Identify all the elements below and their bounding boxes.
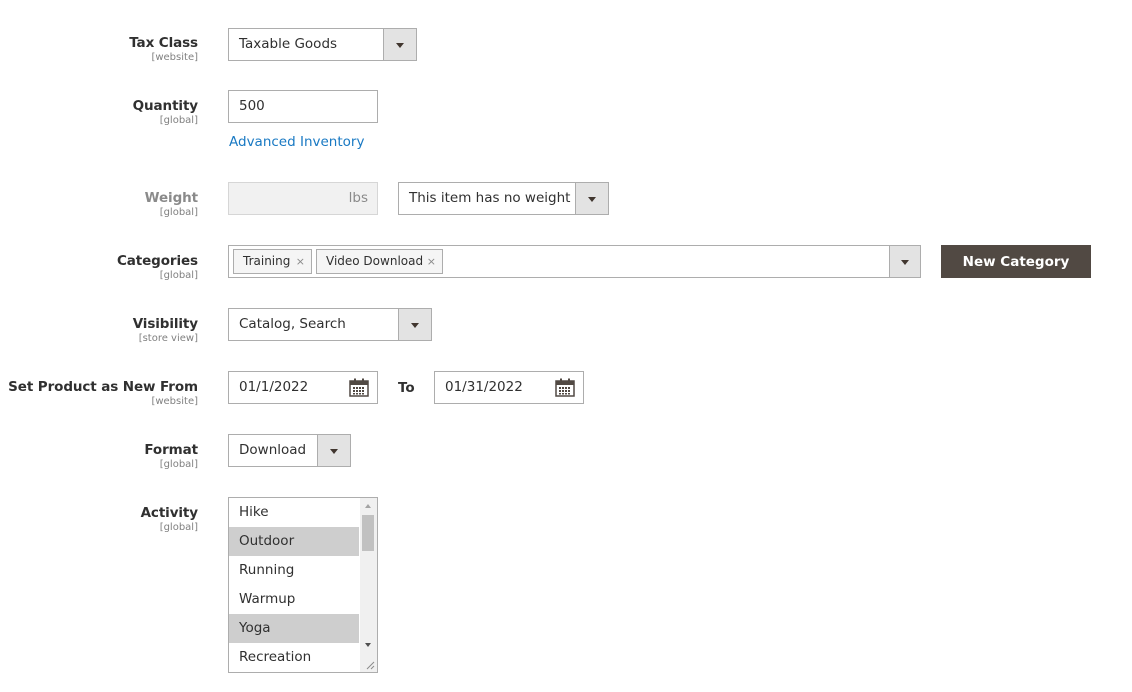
chevron-down-icon	[411, 322, 419, 328]
scroll-down-icon[interactable]	[365, 643, 371, 647]
tax-class-dropdown-button[interactable]	[383, 29, 416, 60]
advanced-inventory-link[interactable]: Advanced Inventory	[229, 134, 364, 150]
tax-class-label: Tax Class [website]	[129, 35, 198, 65]
format-label: Format [global]	[144, 442, 198, 472]
weight-option-select[interactable]: This item has no weight	[398, 182, 609, 215]
visibility-value: Catalog, Search	[239, 316, 346, 332]
close-icon[interactable]: ×	[296, 250, 305, 273]
scrollbar-thumb[interactable]	[362, 515, 374, 551]
activity-scope: [global]	[159, 522, 198, 533]
activity-scrollbar[interactable]	[360, 498, 377, 672]
format-select[interactable]: Download	[228, 434, 351, 467]
activity-label: Activity [global]	[140, 505, 199, 535]
activity-option[interactable]: Hike	[229, 498, 359, 527]
chevron-down-icon	[396, 42, 404, 48]
weight-option-value: This item has no weight	[409, 190, 571, 206]
quantity-input[interactable]: 500	[228, 90, 378, 123]
activity-option[interactable]: Outdoor	[229, 527, 359, 556]
quantity-label: Quantity [global]	[133, 98, 198, 128]
category-chip-label: Video Download	[326, 254, 424, 268]
visibility-select[interactable]: Catalog, Search	[228, 308, 432, 341]
format-scope: [global]	[159, 459, 198, 470]
scroll-up-icon[interactable]	[365, 504, 371, 508]
new-from-scope: [website]	[151, 396, 198, 407]
tax-class-scope: [website]	[151, 52, 198, 63]
format-dropdown-button[interactable]	[317, 435, 350, 466]
to-label: To	[398, 380, 415, 396]
visibility-label: Visibility [store view]	[133, 316, 198, 346]
category-chip: Training ×	[233, 249, 312, 274]
new-category-button[interactable]: New Category	[941, 245, 1091, 278]
categories-scope: [global]	[159, 270, 198, 281]
calendar-icon[interactable]	[349, 378, 369, 397]
weight-input[interactable]: lbs	[228, 182, 378, 215]
new-from-title: Set Product as New From	[8, 379, 198, 395]
weight-unit: lbs	[348, 190, 368, 206]
activity-title: Activity	[140, 505, 199, 521]
visibility-dropdown-button[interactable]	[398, 309, 431, 340]
close-icon[interactable]: ×	[427, 250, 436, 273]
new-to-date-value: 01/31/2022	[445, 379, 523, 395]
new-from-label: Set Product as New From [website]	[8, 379, 198, 409]
quantity-title: Quantity	[132, 98, 198, 114]
format-value: Download	[239, 442, 307, 458]
quantity-scope: [global]	[159, 115, 198, 126]
visibility-title: Visibility	[132, 316, 198, 332]
tax-class-title: Tax Class	[129, 35, 198, 51]
weight-label: Weight [global]	[145, 190, 198, 220]
categories-title: Categories	[116, 253, 198, 269]
new-from-date-value: 01/1/2022	[239, 379, 309, 395]
categories-dropdown-button[interactable]	[889, 246, 920, 277]
activity-option[interactable]: Recreation	[229, 643, 359, 672]
tax-class-value: Taxable Goods	[239, 36, 338, 52]
activity-multiselect[interactable]: Recreation Yoga Warmup Running Outdoor Hike	[228, 497, 378, 673]
chevron-down-icon	[588, 196, 596, 202]
visibility-scope: [store view]	[138, 333, 198, 344]
tax-class-select[interactable]: Taxable Goods	[228, 28, 417, 61]
chevron-down-icon	[901, 259, 909, 265]
quantity-value: 500	[239, 98, 265, 114]
activity-option[interactable]: Running	[229, 556, 359, 585]
resize-handle-icon[interactable]	[366, 661, 375, 670]
category-chip: Video Download ×	[316, 249, 443, 274]
format-title: Format	[144, 442, 198, 458]
calendar-icon[interactable]	[555, 378, 575, 397]
new-from-date-input[interactable]: 01/1/2022	[228, 371, 378, 404]
weight-title: Weight	[144, 190, 198, 206]
activity-option[interactable]: Yoga	[229, 614, 359, 643]
categories-label: Categories [global]	[117, 253, 198, 283]
new-to-date-input[interactable]: 01/31/2022	[434, 371, 584, 404]
chevron-down-icon	[330, 448, 338, 454]
category-chip-label: Training	[243, 254, 291, 268]
weight-scope: [global]	[159, 207, 198, 218]
categories-multiselect[interactable]: Training × Video Download ×	[228, 245, 921, 278]
activity-option[interactable]: Warmup	[229, 585, 359, 614]
weight-option-dropdown-button[interactable]	[575, 183, 608, 214]
